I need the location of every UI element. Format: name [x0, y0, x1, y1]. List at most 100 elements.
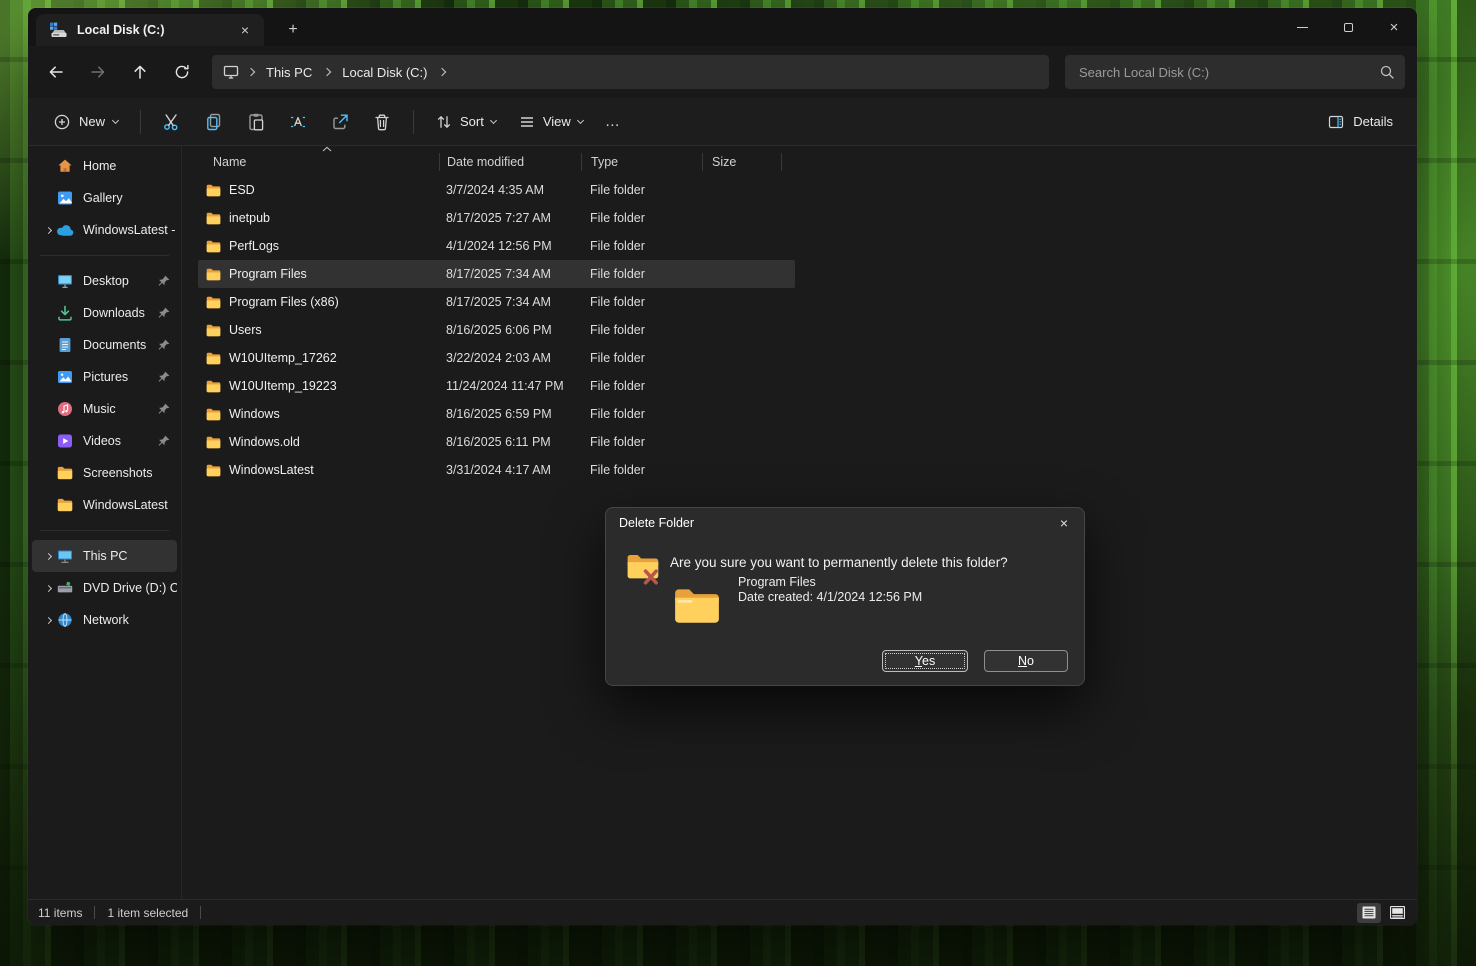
sort-button[interactable]: Sort: [425, 105, 506, 139]
maximize-button[interactable]: [1325, 8, 1371, 46]
expand-chevron-icon[interactable]: [44, 616, 51, 623]
file-row[interactable]: Program Files (x86) 8/17/2025 7:34 AM Fi…: [198, 288, 795, 316]
sidebar-item-downloads[interactable]: Downloads: [32, 297, 177, 329]
expand-chevron-icon[interactable]: [44, 552, 51, 559]
share-button[interactable]: [320, 105, 360, 139]
dialog-title-bar: Delete Folder ×: [606, 508, 1084, 538]
file-row[interactable]: W10UItemp_17262 3/22/2024 2:03 AM File f…: [198, 344, 795, 372]
folder-icon: [205, 294, 222, 311]
refresh-icon: [173, 63, 191, 81]
network-icon: [56, 611, 74, 629]
toolbar-separator: [140, 110, 141, 134]
address-bar[interactable]: This PC Local Disk (C:): [212, 55, 1049, 89]
tab-title: Local Disk (C:): [77, 23, 223, 37]
forward-arrow-icon: [89, 63, 107, 81]
sidebar-item-home[interactable]: Home: [32, 150, 177, 182]
share-icon: [330, 112, 350, 132]
column-header-type[interactable]: Type: [581, 153, 702, 171]
sidebar-item-videos[interactable]: Videos: [32, 425, 177, 457]
delete-folder-icon: [624, 550, 664, 586]
new-button[interactable]: New: [42, 105, 129, 139]
copy-icon: [204, 112, 224, 132]
file-row[interactable]: inetpub 8/17/2025 7:27 AM File folder: [198, 204, 795, 232]
tab-close-icon[interactable]: ×: [232, 18, 258, 42]
see-more-button[interactable]: …: [595, 105, 631, 139]
delete-button[interactable]: [362, 105, 402, 139]
file-row[interactable]: Users 8/16/2025 6:06 PM File folder: [198, 316, 795, 344]
details-view-toggle[interactable]: [1357, 903, 1381, 923]
rename-button[interactable]: [278, 105, 318, 139]
sidebar-item-music[interactable]: Music: [32, 393, 177, 425]
folder-icon: [56, 496, 74, 514]
sidebar-item-windowslatest[interactable]: WindowsLatest: [32, 489, 177, 521]
view-button[interactable]: View: [508, 105, 593, 139]
explorer-tab[interactable]: Local Disk (C:) ×: [36, 14, 264, 46]
expand-chevron-icon[interactable]: [44, 226, 51, 233]
search-box[interactable]: [1065, 55, 1405, 89]
delete-folder-dialog: Delete Folder × Are you sure you want to…: [605, 507, 1085, 686]
search-input[interactable]: [1077, 64, 1379, 81]
file-date: 3/31/2024 4:17 AM: [439, 463, 581, 477]
file-row-selected[interactable]: Program Files 8/17/2025 7:34 AM File fol…: [198, 260, 795, 288]
sidebar-item-pictures[interactable]: Pictures: [32, 361, 177, 393]
no-button[interactable]: No: [984, 650, 1068, 672]
chevron-down-icon: [577, 116, 584, 123]
sidebar-item-documents[interactable]: Documents: [32, 329, 177, 361]
forward-button[interactable]: [80, 55, 116, 89]
folder-icon: [205, 238, 222, 255]
pictures-icon: [56, 368, 74, 386]
close-button[interactable]: ×: [1371, 8, 1417, 46]
file-name: W10UItemp_19223: [229, 379, 337, 393]
details-pane-icon: [1327, 113, 1345, 131]
rename-icon: [288, 112, 308, 132]
cut-button[interactable]: [152, 105, 192, 139]
search-icon[interactable]: [1379, 64, 1395, 80]
file-name: PerfLogs: [229, 239, 279, 253]
expand-chevron-icon[interactable]: [44, 584, 51, 591]
file-type: File folder: [581, 267, 702, 281]
thumbnail-view-toggle[interactable]: [1385, 903, 1409, 923]
file-row[interactable]: Windows 8/16/2025 6:59 PM File folder: [198, 400, 795, 428]
yes-button[interactable]: Yes: [882, 650, 968, 672]
details-pane-button[interactable]: Details: [1317, 105, 1403, 139]
file-row[interactable]: PerfLogs 4/1/2024 12:56 PM File folder: [198, 232, 795, 260]
column-header-name[interactable]: Name: [198, 153, 439, 171]
sidebar-item-label: Downloads: [83, 306, 157, 320]
file-date: 8/17/2025 7:34 AM: [439, 295, 581, 309]
file-row[interactable]: ESD 3/7/2024 4:35 AM File folder: [198, 176, 795, 204]
sidebar-item-network[interactable]: Network: [32, 604, 177, 636]
breadcrumb-local-disk[interactable]: Local Disk (C:): [334, 61, 435, 84]
pin-icon: [157, 434, 171, 448]
file-type: File folder: [581, 379, 702, 393]
dialog-close-icon[interactable]: ×: [1044, 508, 1084, 538]
sidebar-item-onedrive[interactable]: WindowsLatest - Pe: [32, 214, 177, 246]
pin-icon: [157, 274, 171, 288]
this-pc-monitor-icon[interactable]: [222, 63, 240, 81]
new-tab-button[interactable]: +: [280, 18, 306, 42]
view-icon: [518, 113, 536, 131]
file-row[interactable]: Windows.old 8/16/2025 6:11 PM File folde…: [198, 428, 795, 456]
up-button[interactable]: [122, 55, 158, 89]
command-toolbar: New Sort: [28, 98, 1417, 146]
paste-button[interactable]: [236, 105, 276, 139]
refresh-button[interactable]: [164, 55, 200, 89]
sidebar-item-dvd-drive[interactable]: DVD Drive (D:) CCC: [32, 572, 177, 604]
plus-circle-icon: [53, 113, 71, 131]
minimize-button[interactable]: [1279, 8, 1325, 46]
file-row[interactable]: W10UItemp_19223 11/24/2024 11:47 PM File…: [198, 372, 795, 400]
sidebar-item-gallery[interactable]: Gallery: [32, 182, 177, 214]
status-separator: [200, 906, 201, 919]
copy-button[interactable]: [194, 105, 234, 139]
column-header-size[interactable]: Size: [702, 153, 782, 171]
sidebar-item-screenshots[interactable]: Screenshots: [32, 457, 177, 489]
sidebar-item-this-pc[interactable]: This PC: [32, 540, 177, 572]
dialog-title: Delete Folder: [619, 516, 694, 530]
column-header-date-modified[interactable]: Date modified: [439, 153, 581, 171]
breadcrumb-chevron-icon[interactable]: [438, 68, 446, 76]
sidebar-item-desktop[interactable]: Desktop: [32, 265, 177, 297]
downloads-icon: [56, 304, 74, 322]
back-button[interactable]: [38, 55, 74, 89]
breadcrumb-this-pc[interactable]: This PC: [258, 61, 320, 84]
file-row[interactable]: WindowsLatest 3/31/2024 4:17 AM File fol…: [198, 456, 795, 484]
desktop-wallpaper: Local Disk (C:) × + ×: [0, 0, 1476, 966]
